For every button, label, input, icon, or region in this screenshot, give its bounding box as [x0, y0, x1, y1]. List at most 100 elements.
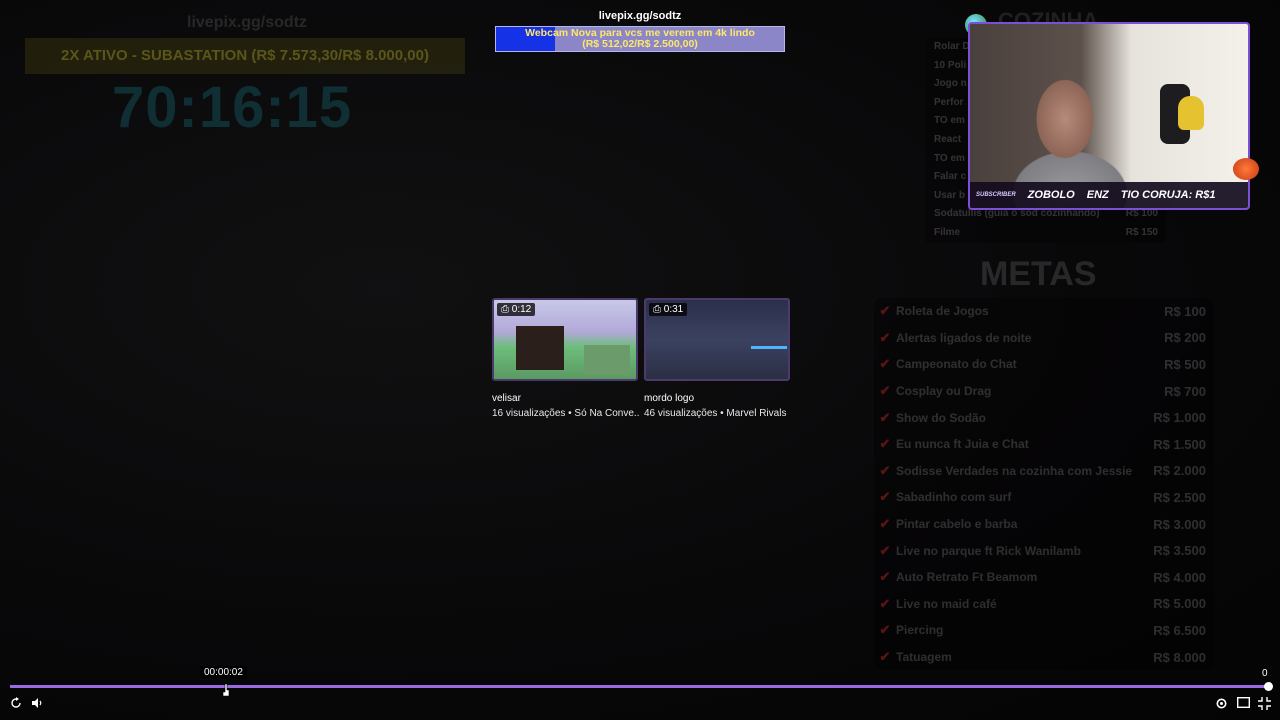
- check-icon: ✔: [879, 649, 891, 665]
- video-duration: ⎙ 0:12: [497, 303, 536, 316]
- meta-row: ✔ Pintar cabelo e barba R$ 3.000: [874, 511, 1214, 538]
- replay-icon[interactable]: [9, 697, 23, 711]
- meta-value: R$ 5.000: [1153, 596, 1206, 612]
- meta-name: Tatuagem: [896, 650, 952, 665]
- clip-icon: ⎙: [653, 304, 661, 315]
- check-icon: ✔: [879, 329, 891, 345]
- video-title[interactable]: velisar: [492, 393, 638, 404]
- cozinha-item-name: Usar b: [934, 189, 966, 201]
- check-icon: ✔: [879, 303, 891, 319]
- video-meta: 16 visualizações • Só Na Conve...: [492, 408, 640, 419]
- meta-row: ✔ Piercing R$ 6.500: [874, 617, 1214, 644]
- video-thumbnail[interactable]: ⎙ 0:12: [492, 298, 638, 381]
- video-duration: ⎙ 0:31: [649, 303, 688, 316]
- meta-name: Roleta de Jogos: [896, 304, 989, 319]
- meta-row: ✔ Sodisse Verdades na cozinha com Jessie R…: [874, 458, 1214, 485]
- meta-name: Live no parque ft Rick Wanilamb: [896, 543, 1081, 558]
- meta-row: ✔ Live no maid café R$ 5.000: [874, 591, 1214, 618]
- meta-row: ✔ Live no parque ft Rick Wanilamb R$ 3.500: [874, 537, 1214, 564]
- meta-name: Auto Retrato Ft Beamom: [896, 570, 1038, 585]
- stream-url-faint: livepix.gg/sodtz: [187, 14, 308, 31]
- video-thumbnail[interactable]: ⎙ 0:31: [644, 298, 790, 381]
- cozinha-item-name: 10 Poli: [934, 59, 967, 71]
- meta-value: R$ 3.000: [1153, 516, 1206, 532]
- check-icon: ✔: [879, 436, 891, 452]
- thumbnail-hud: [751, 346, 787, 349]
- webcam-goal-amount: (R$ 512,02/R$ 2.500,00): [582, 38, 698, 50]
- cozinha-item-name: Perfor: [934, 96, 964, 108]
- exit-fullscreen-icon[interactable]: [1257, 697, 1271, 711]
- cozinha-item: Filme R$ 150: [926, 224, 1166, 243]
- meta-row: ✔ Campeonato do Chat R$ 500: [874, 351, 1214, 378]
- livepix-url: livepix.gg/sodtz: [598, 10, 682, 22]
- cozinha-item-name: TO em: [934, 115, 965, 127]
- cozinha-item-name: Falar c: [934, 171, 967, 183]
- seek-handle[interactable]: [1264, 682, 1273, 691]
- meta-name: Sodisse Verdades na cozinha com Jessie: [896, 463, 1133, 478]
- thumbnail-panel: [584, 345, 630, 375]
- check-icon: ✔: [879, 462, 891, 478]
- webcam-image: [970, 24, 1248, 208]
- meta-name: Cosplay ou Drag: [896, 384, 992, 399]
- subscriber-label: SUBSCRIBER: [976, 192, 1016, 198]
- meta-value: R$ 100: [1164, 303, 1206, 319]
- meta-name: Pintar cabelo e barba: [896, 517, 1018, 532]
- metas-list: ✔ Roleta de Jogos R$ 100 ✔ Alertas ligados d…: [874, 298, 1214, 671]
- meta-row: ✔ Roleta de Jogos R$ 100: [874, 298, 1214, 325]
- meta-name: Sabadinho com surf: [896, 490, 1012, 505]
- video-title[interactable]: mordo logo: [644, 393, 790, 404]
- meta-value: R$ 2.000: [1153, 463, 1206, 479]
- hand-cursor-icon: [222, 684, 230, 697]
- minion-figure: [1178, 96, 1204, 130]
- theater-icon[interactable]: [1236, 696, 1250, 711]
- goal-banner-text: 2X ATIVO - SUBASTATION (R$ 7.573,30/R$ 8…: [61, 47, 429, 64]
- cozinha-item-name: Jogo n: [934, 78, 967, 90]
- webcam-goal-bar: Webcam Nova para vcs me verem em 4k lind…: [495, 26, 785, 52]
- cozinha-item-name: React: [934, 133, 962, 145]
- meta-name: Live no maid café: [896, 596, 997, 611]
- cozinha-item-name: Rolar D: [934, 41, 970, 52]
- cozinha-item-name: Filme: [934, 226, 961, 238]
- meta-value: R$ 2.500: [1153, 489, 1206, 505]
- planet-icon: [1233, 158, 1259, 180]
- seek-time-tooltip: 00:00:02: [200, 666, 247, 679]
- settings-icon[interactable]: [1214, 697, 1228, 711]
- meta-value: R$ 500: [1164, 356, 1206, 372]
- seek-bar[interactable]: [10, 685, 1270, 688]
- meta-row: ✔ Auto Retrato Ft Beamom R$ 4.000: [874, 564, 1214, 591]
- metas-title: METAS: [980, 255, 1097, 293]
- meta-value: R$ 6.500: [1153, 622, 1206, 638]
- meta-row: ✔ Sabadinho com surf R$ 2.500: [874, 484, 1214, 511]
- cozinha-item-name: TO em: [934, 152, 965, 164]
- check-icon: ✔: [879, 569, 891, 585]
- check-icon: ✔: [879, 489, 891, 505]
- meta-row: ✔ Cosplay ou Drag R$ 700: [874, 378, 1214, 405]
- meta-name: Show do Sodão: [896, 410, 986, 425]
- related-video-card[interactable]: ⎙ 0:31 mordo logo 46 visualizações • Mar…: [644, 298, 790, 419]
- meta-value: R$ 3.500: [1153, 543, 1206, 559]
- subscriber-name-1: ZOBOLO: [1027, 189, 1075, 201]
- goal-banner: 2X ATIVO - SUBASTATION (R$ 7.573,30/R$ 8…: [25, 38, 465, 74]
- meta-row: ✔ Tatuagem R$ 8.000: [874, 644, 1214, 671]
- webcam-subscriber-bar: SUBSCRIBER ZOBOLO ENZ TIO CORUJA: R$1: [970, 182, 1248, 208]
- check-icon: ✔: [879, 356, 891, 372]
- meta-name: Alertas ligados de noite: [896, 330, 1032, 345]
- meta-value: R$ 1.000: [1153, 410, 1206, 426]
- meta-name: Eu nunca ft Juia e Chat: [896, 437, 1029, 452]
- seek-end-label: 0: [1262, 668, 1268, 679]
- meta-row: ✔ Show do Sodão R$ 1.000: [874, 404, 1214, 431]
- clip-icon: ⎙: [501, 304, 509, 315]
- volume-icon[interactable]: [30, 697, 44, 711]
- check-icon: ✔: [879, 595, 891, 611]
- cozinha-item-price: R$ 150: [1125, 226, 1158, 238]
- meta-row: ✔ Alertas ligados de noite R$ 200: [874, 325, 1214, 352]
- thumbnail-person: [516, 326, 564, 370]
- meta-value: R$ 700: [1164, 383, 1206, 399]
- stream-timer: 70:16:15: [112, 75, 353, 140]
- related-video-card[interactable]: ⎙ 0:12 velisar 16 visualizações • Só Na …: [492, 298, 640, 419]
- meta-value: R$ 200: [1164, 330, 1206, 346]
- video-meta: 46 visualizações • Marvel Rivals: [644, 408, 787, 419]
- meta-value: R$ 1.500: [1153, 436, 1206, 452]
- subscriber-name-3: TIO CORUJA: R$1: [1120, 189, 1216, 201]
- webcam-frame: SUBSCRIBER ZOBOLO ENZ TIO CORUJA: R$1: [968, 22, 1250, 210]
